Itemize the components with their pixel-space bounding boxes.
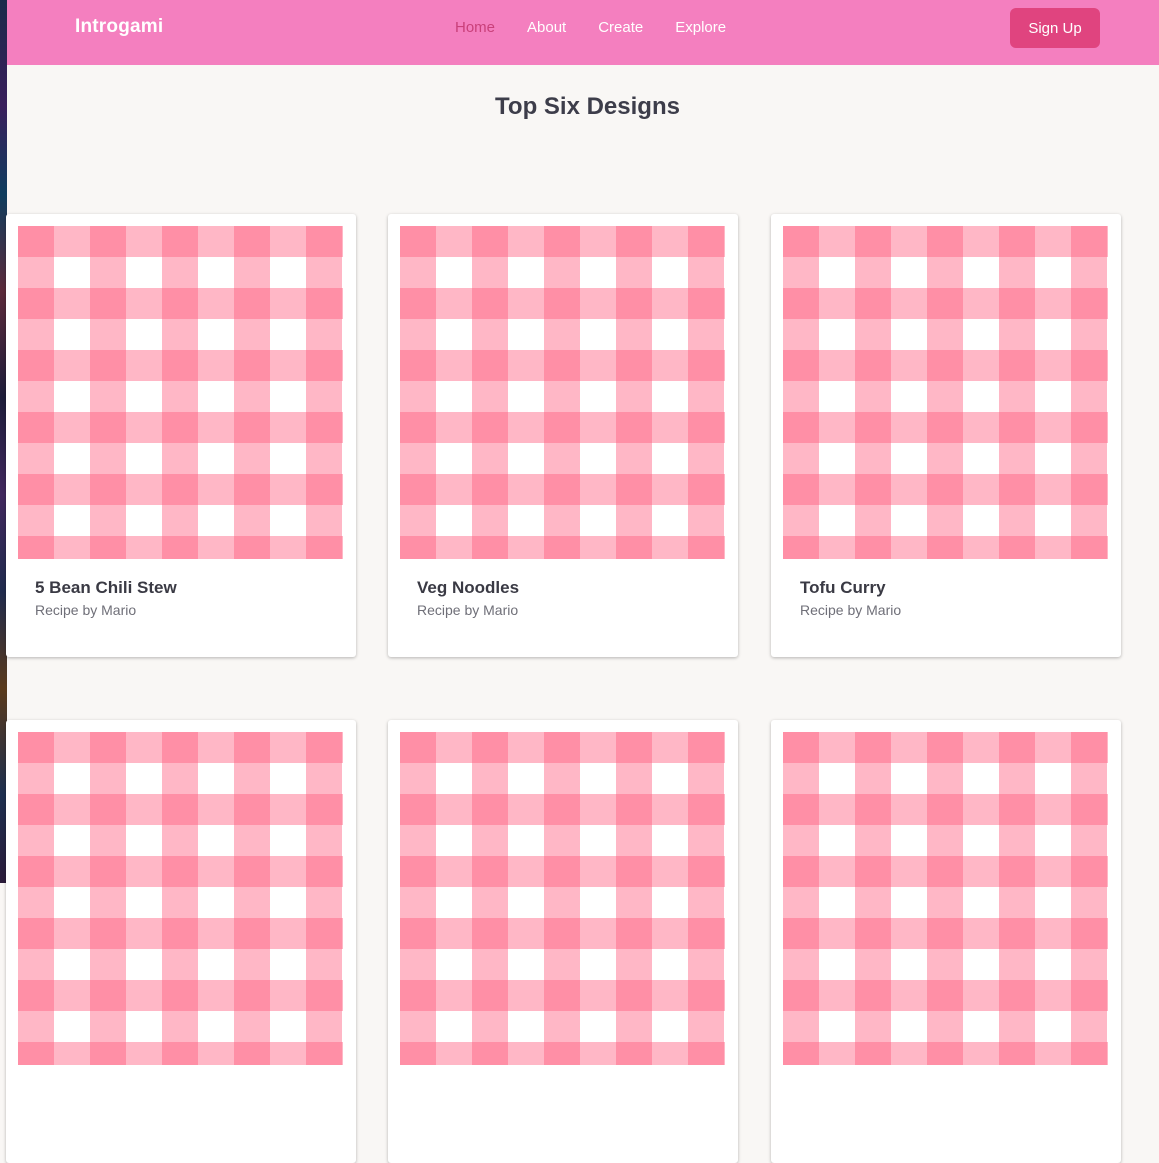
design-card[interactable]	[771, 720, 1121, 1163]
design-card[interactable]: Tofu Curry Recipe by Mario	[771, 214, 1121, 657]
card-subtitle: Recipe by Mario	[35, 602, 137, 618]
navbar: Introgami Home About Create Explore Sign…	[7, 0, 1159, 65]
card-subtitle: Recipe by Mario	[417, 602, 519, 618]
card-title: 5 Bean Chili Stew	[35, 578, 177, 597]
nav-link-home[interactable]: Home	[455, 19, 495, 36]
design-thumbnail[interactable]	[783, 226, 1108, 559]
design-thumbnail[interactable]	[400, 732, 725, 1065]
nav-link-about[interactable]: About	[527, 19, 566, 36]
sign-up-button[interactable]: Sign Up	[1010, 8, 1100, 48]
nav-links: Home About Create Explore	[455, 19, 758, 36]
design-card[interactable]	[388, 720, 738, 1163]
design-thumbnail[interactable]	[18, 226, 343, 559]
design-card[interactable]: 5 Bean Chili Stew Recipe by Mario	[6, 214, 356, 657]
design-card[interactable]: Veg Noodles Recipe by Mario	[388, 214, 738, 657]
design-thumbnail[interactable]	[18, 732, 343, 1065]
page-title: Top Six Designs	[495, 93, 680, 120]
nav-link-create[interactable]: Create	[598, 19, 643, 36]
design-thumbnail[interactable]	[783, 732, 1108, 1065]
card-title: Tofu Curry	[800, 578, 886, 597]
nav-link-explore[interactable]: Explore	[675, 19, 726, 36]
card-subtitle: Recipe by Mario	[800, 602, 902, 618]
brand-logo[interactable]: Introgami	[75, 16, 163, 38]
card-title: Veg Noodles	[417, 578, 520, 597]
design-card[interactable]	[6, 720, 356, 1163]
design-thumbnail[interactable]	[400, 226, 725, 559]
